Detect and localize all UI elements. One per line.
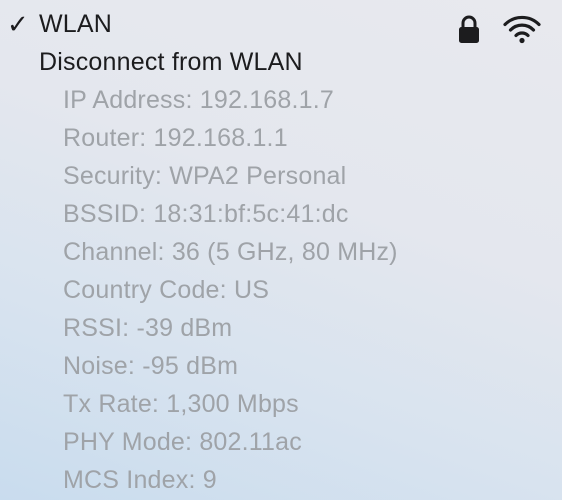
lock-icon — [459, 15, 479, 43]
detail-mcs-index: MCS Index: 9 — [63, 466, 217, 494]
wifi-menu: ✓ WLAN Disconnect from WLAN IP Address: … — [0, 0, 562, 500]
disconnect-menu-item[interactable]: Disconnect from WLAN — [0, 43, 562, 81]
network-name: WLAN — [39, 9, 113, 38]
disconnect-label: Disconnect from WLAN — [39, 47, 303, 76]
detail-phy-mode: PHY Mode: 802.11ac — [63, 428, 302, 456]
detail-security: Security: WPA2 Personal — [63, 162, 347, 190]
detail-rssi: RSSI: -39 dBm — [63, 314, 233, 342]
network-row-wlan[interactable]: ✓ WLAN — [0, 5, 562, 44]
detail-country-code: Country Code: US — [63, 276, 270, 304]
detail-tx-rate: Tx Rate: 1,300 Mbps — [63, 390, 299, 418]
detail-bssid: BSSID: 18:31:bf:5c:41:dc — [63, 200, 349, 228]
wifi-signal-icon — [503, 15, 541, 44]
detail-channel: Channel: 36 (5 GHz, 80 MHz) — [63, 238, 398, 266]
detail-ip-address: IP Address: 192.168.1.7 — [63, 86, 335, 114]
detail-router: Router: 192.168.1.1 — [63, 124, 288, 152]
detail-noise: Noise: -95 dBm — [63, 352, 239, 380]
checkmark-icon: ✓ — [7, 8, 29, 39]
